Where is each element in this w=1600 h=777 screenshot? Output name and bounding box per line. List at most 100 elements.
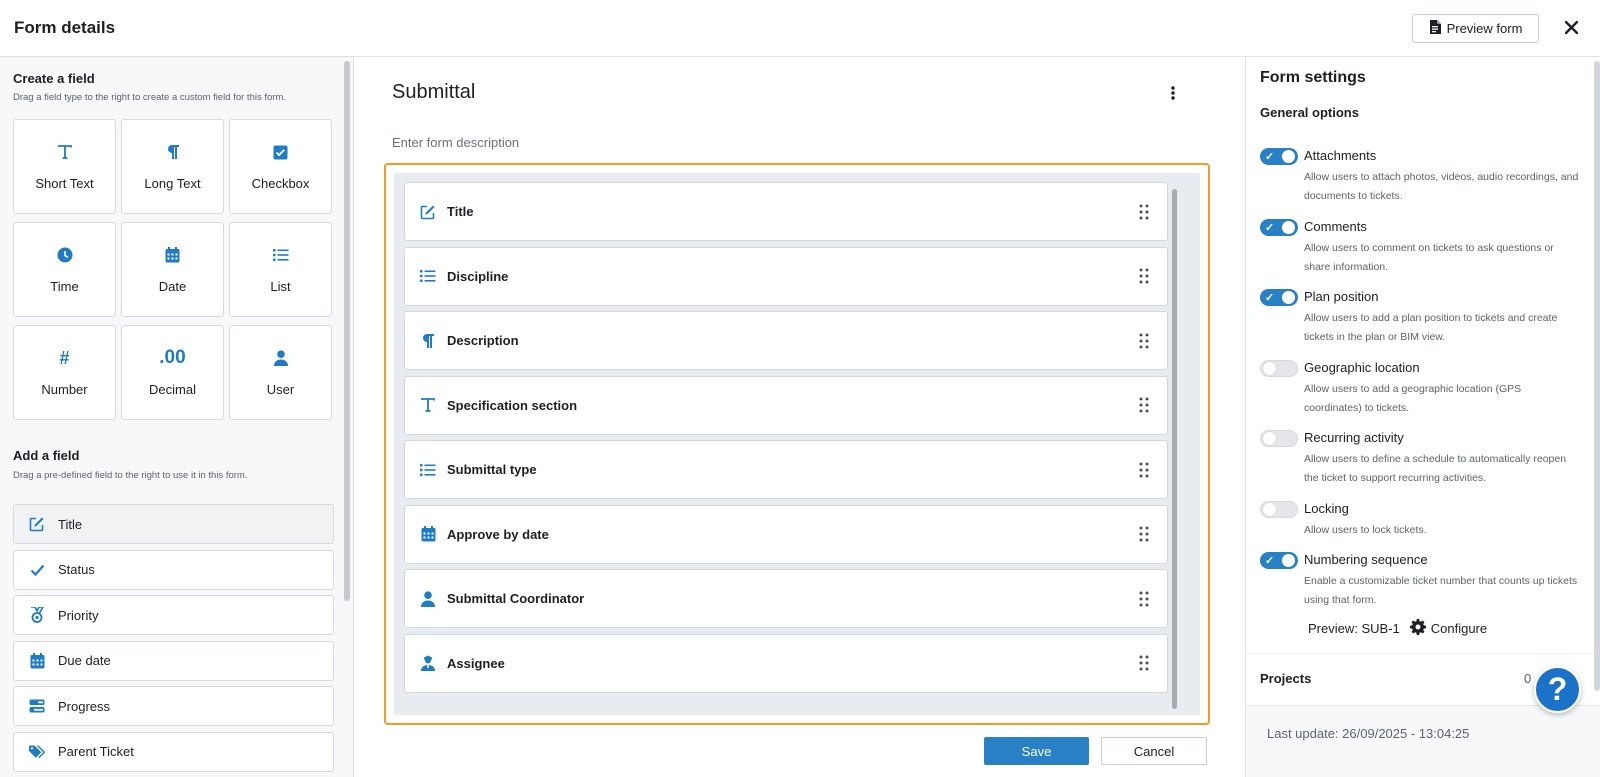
- field-type-number[interactable]: # Number: [13, 325, 116, 420]
- predefined-field-title[interactable]: Title: [13, 504, 334, 544]
- drag-handle-icon[interactable]: [1139, 591, 1149, 607]
- check-icon: [28, 561, 46, 579]
- locking-toggle[interactable]: [1260, 500, 1298, 518]
- field-type-date[interactable]: Date: [121, 222, 224, 317]
- add-field-title: Add a field: [13, 448, 80, 463]
- cancel-button[interactable]: Cancel: [1101, 737, 1207, 765]
- drag-handle-icon[interactable]: [1139, 204, 1149, 220]
- predefined-field-label: Progress: [58, 698, 111, 714]
- form-field-title[interactable]: Title: [404, 182, 1168, 241]
- paragraph-icon: [419, 332, 437, 350]
- field-type-label: Long Text: [144, 176, 201, 191]
- add-field-subtitle: Drag a pre-defined field to the right to…: [13, 470, 248, 481]
- form-editor: Submittal Enter form description Title D…: [354, 57, 1245, 777]
- form-field-list-scrollbar[interactable]: [1172, 189, 1177, 709]
- top-bar: Form details Preview form: [0, 0, 1600, 57]
- field-type-long-text[interactable]: Long Text: [121, 119, 224, 214]
- user-icon: [419, 590, 437, 608]
- preview-form-button[interactable]: Preview form: [1412, 14, 1539, 43]
- field-type-label: Number: [41, 382, 88, 397]
- form-field-discipline[interactable]: Discipline: [404, 246, 1168, 306]
- settings-divider: [1246, 653, 1594, 654]
- list-icon: [271, 245, 291, 265]
- recurring-activity-toggle[interactable]: [1260, 430, 1298, 447]
- drag-handle-icon[interactable]: [1139, 462, 1149, 478]
- hash-icon: #: [59, 347, 70, 368]
- left-panel-scrollbar[interactable]: [344, 61, 350, 601]
- check-icon: ✓: [1265, 221, 1275, 234]
- last-update-text: Last update: 26/09/2025 - 13:04:25: [1267, 726, 1470, 741]
- gear-icon: [1409, 619, 1426, 638]
- configure-button[interactable]: Configure: [1409, 619, 1487, 638]
- form-field-label: Title: [447, 204, 474, 219]
- predefined-field-due-date[interactable]: Due date: [13, 640, 334, 681]
- form-field-description[interactable]: Description: [404, 311, 1168, 370]
- field-type-label: Short Text: [35, 176, 94, 191]
- geographic-location-toggle[interactable]: [1260, 359, 1298, 377]
- drag-handle-icon[interactable]: [1139, 268, 1149, 284]
- form-field-label: Description: [447, 333, 519, 348]
- general-options-title: General options: [1260, 105, 1359, 120]
- comments-toggle[interactable]: ✓: [1260, 218, 1298, 236]
- field-type-grid: Short Text Long Text Checkbox Time Date …: [13, 119, 334, 420]
- plan-position-toggle[interactable]: ✓: [1260, 289, 1298, 306]
- text-t-icon: [419, 396, 437, 414]
- text-t-icon: [55, 142, 75, 162]
- predefined-field-parent-ticket[interactable]: Parent Ticket: [13, 731, 334, 772]
- option-name: Plan position: [1304, 289, 1379, 304]
- check-icon: ✓: [1265, 555, 1275, 567]
- predefined-field-label: Priority: [58, 607, 99, 623]
- decimal-icon: .00: [159, 347, 186, 368]
- predefined-field-status[interactable]: Status: [13, 549, 334, 590]
- numbering-preview-text: Preview: SUB-1: [1308, 621, 1400, 636]
- clock-icon: [55, 245, 75, 265]
- list-icon: [419, 461, 437, 479]
- field-type-short-text[interactable]: Short Text: [13, 119, 116, 214]
- save-button[interactable]: Save: [984, 737, 1089, 765]
- form-field-list: Title Discipline Description Specificati…: [394, 173, 1200, 715]
- form-field-specification-section[interactable]: Specification section: [404, 375, 1168, 435]
- field-type-checkbox[interactable]: Checkbox: [229, 119, 332, 214]
- help-button[interactable]: ?: [1534, 666, 1581, 713]
- right-panel-scrollbar[interactable]: [1594, 61, 1600, 691]
- more-options-icon[interactable]: [1166, 83, 1180, 103]
- field-type-user[interactable]: User: [229, 325, 332, 420]
- field-palette-panel: Create a field Drag a field type to the …: [0, 57, 354, 777]
- field-type-time[interactable]: Time: [13, 222, 116, 317]
- predefined-field-progress[interactable]: Progress: [13, 686, 334, 726]
- option-name: Locking: [1304, 500, 1349, 516]
- field-type-label: Date: [158, 279, 187, 294]
- check-icon: ✓: [1265, 292, 1275, 304]
- form-field-label: Assignee: [447, 655, 505, 671]
- checkbox-icon: [271, 142, 291, 162]
- drag-handle-icon[interactable]: [1139, 526, 1149, 542]
- attachments-toggle[interactable]: ✓: [1260, 148, 1298, 165]
- form-field-assignee[interactable]: Assignee: [404, 633, 1168, 693]
- field-type-decimal[interactable]: .00 Decimal: [121, 325, 224, 420]
- form-name[interactable]: Submittal: [392, 81, 475, 104]
- predefined-field-label: Parent Ticket: [58, 744, 134, 759]
- field-type-label: User: [266, 382, 295, 397]
- close-icon[interactable]: [1560, 16, 1582, 38]
- option-name: Comments: [1304, 218, 1367, 234]
- option-name: Recurring activity: [1304, 430, 1404, 445]
- field-type-list[interactable]: List: [229, 222, 332, 317]
- predefined-field-priority[interactable]: Priority: [13, 595, 334, 635]
- form-field-submittal-coordinator[interactable]: Submittal Coordinator: [404, 569, 1168, 628]
- field-type-label: List: [270, 279, 291, 294]
- drag-handle-icon[interactable]: [1139, 333, 1149, 349]
- form-field-approve-by-date[interactable]: Approve by date: [404, 504, 1168, 564]
- numbering-sequence-toggle[interactable]: ✓: [1260, 552, 1298, 569]
- form-field-label: Submittal Coordinator: [447, 591, 585, 606]
- option-description: Allow users to add a geographic location…: [1304, 382, 1522, 414]
- drag-handle-icon[interactable]: [1139, 397, 1149, 413]
- form-field-submittal-type[interactable]: Submittal type: [404, 440, 1168, 499]
- drag-handle-icon[interactable]: [1139, 655, 1149, 671]
- form-details-app: Form details Preview form Create a field…: [0, 0, 1600, 777]
- option-description: Allow users to comment on tickets to ask…: [1304, 241, 1554, 273]
- form-description-input[interactable]: Enter form description: [392, 135, 519, 150]
- help-icon: ?: [1547, 671, 1568, 707]
- form-field-drop-zone[interactable]: Title Discipline Description Specificati…: [384, 163, 1210, 725]
- numbering-preview: Preview: SUB-1 Configure: [1308, 619, 1487, 638]
- option-description: Allow users to add a plan position to ti…: [1304, 312, 1558, 343]
